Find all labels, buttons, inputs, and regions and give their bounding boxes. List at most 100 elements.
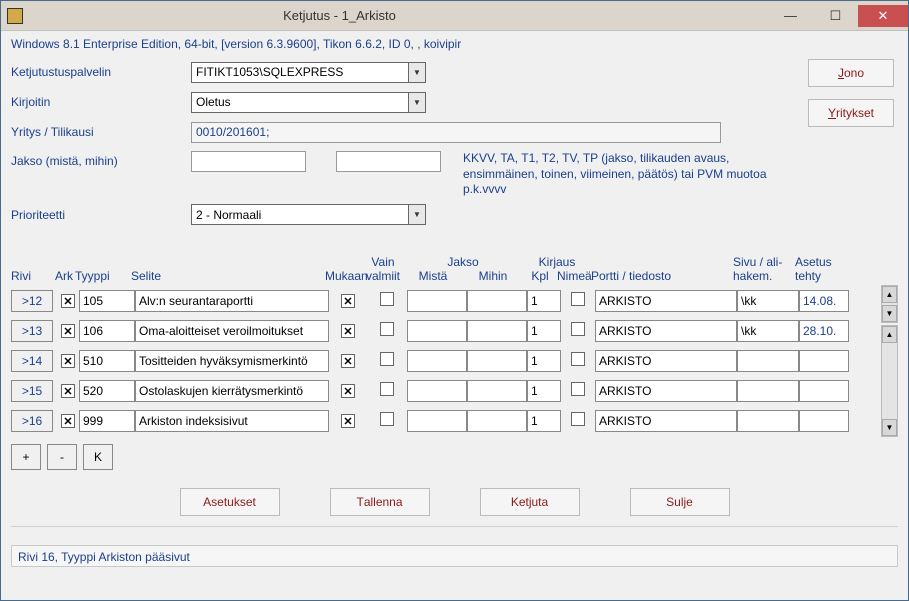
scroll-up-icon[interactable]: ▲: [882, 326, 897, 343]
mihin-input[interactable]: [467, 350, 527, 372]
header-mista: Mistä: [403, 269, 463, 286]
asetus-field: [799, 290, 849, 312]
mukaan-checkbox[interactable]: ✕: [341, 384, 355, 398]
yritys-field: 0010/201601;: [191, 122, 721, 143]
vain-checkbox[interactable]: [380, 382, 394, 396]
mista-input[interactable]: [407, 410, 467, 432]
grid: Rivi Ark Tyyppi Selite Mukaan Vain valmi…: [11, 248, 879, 470]
sivu-input[interactable]: [737, 380, 799, 402]
prioriteetti-combo[interactable]: ▼: [191, 204, 426, 225]
scrollbar-lower[interactable]: ▲ ▼: [881, 325, 898, 437]
grid-rows: >12 ✕ ✕ >13 ✕ ✕ >14 ✕ ✕ >15 ✕ ✕ >16 ✕ ✕: [11, 286, 879, 436]
kpl-input[interactable]: [527, 380, 561, 402]
selite-input[interactable]: [135, 380, 329, 402]
header-sivu: Sivu / ali- hakem.: [733, 256, 795, 285]
mista-input[interactable]: [407, 290, 467, 312]
portti-input[interactable]: [595, 290, 737, 312]
tyyppi-input[interactable]: [79, 290, 135, 312]
palvelin-combo[interactable]: ▼: [191, 62, 426, 83]
jono-button[interactable]: Jono: [808, 59, 894, 87]
nimea-checkbox[interactable]: [571, 412, 585, 426]
mihin-input[interactable]: [467, 410, 527, 432]
maximize-button[interactable]: ☐: [813, 5, 858, 27]
sivu-input[interactable]: [737, 290, 799, 312]
k-button[interactable]: K: [83, 444, 113, 470]
mukaan-checkbox[interactable]: ✕: [341, 414, 355, 428]
nimea-checkbox[interactable]: [571, 382, 585, 396]
tyyppi-input[interactable]: [79, 380, 135, 402]
scroll-down-icon[interactable]: ▼: [882, 305, 897, 322]
window-controls: — ☐ ✕: [768, 5, 908, 27]
tyyppi-input[interactable]: [79, 350, 135, 372]
ark-checkbox[interactable]: ✕: [61, 354, 75, 368]
ark-checkbox[interactable]: ✕: [61, 294, 75, 308]
vain-checkbox[interactable]: [380, 412, 394, 426]
rivi-button[interactable]: >12: [11, 290, 53, 312]
portti-input[interactable]: [595, 410, 737, 432]
mukaan-checkbox[interactable]: ✕: [341, 354, 355, 368]
nimea-checkbox[interactable]: [571, 352, 585, 366]
vain-checkbox[interactable]: [380, 352, 394, 366]
selite-input[interactable]: [135, 290, 329, 312]
kirjoitin-input[interactable]: [191, 92, 408, 113]
sivu-input[interactable]: [737, 350, 799, 372]
chevron-down-icon[interactable]: ▼: [408, 92, 426, 113]
nimea-checkbox[interactable]: [571, 322, 585, 336]
ark-checkbox[interactable]: ✕: [61, 324, 75, 338]
tyyppi-input[interactable]: [79, 410, 135, 432]
kirjoitin-combo[interactable]: ▼: [191, 92, 426, 113]
close-button[interactable]: ✕: [858, 5, 908, 27]
rivi-button[interactable]: >15: [11, 380, 53, 402]
header-kpl: Kpl: [523, 269, 557, 286]
sivu-input[interactable]: [737, 320, 799, 342]
rivi-button[interactable]: >13: [11, 320, 53, 342]
scroll-down-icon[interactable]: ▼: [882, 419, 897, 436]
header-vain: Vain valmiit: [363, 256, 403, 285]
nimea-checkbox[interactable]: [571, 292, 585, 306]
add-row-button[interactable]: +: [11, 444, 41, 470]
selite-input[interactable]: [135, 410, 329, 432]
scrollbar-upper[interactable]: ▲ ▼: [881, 285, 898, 323]
chevron-down-icon[interactable]: ▼: [408, 62, 426, 83]
kpl-input[interactable]: [527, 290, 561, 312]
selite-input[interactable]: [135, 320, 329, 342]
scroll-up-icon[interactable]: ▲: [882, 286, 897, 303]
yritykset-button[interactable]: Yritykset: [808, 99, 894, 127]
selite-input[interactable]: [135, 350, 329, 372]
rivi-button[interactable]: >14: [11, 350, 53, 372]
portti-input[interactable]: [595, 320, 737, 342]
label-kirjoitin: Kirjoitin: [11, 95, 191, 109]
sulje-button[interactable]: Sulje: [630, 488, 730, 516]
remove-row-button[interactable]: -: [47, 444, 77, 470]
palvelin-input[interactable]: [191, 62, 408, 83]
mihin-input[interactable]: [467, 380, 527, 402]
prioriteetti-input[interactable]: [191, 204, 408, 225]
scroll-track[interactable]: [882, 343, 897, 419]
kpl-input[interactable]: [527, 410, 561, 432]
kpl-input[interactable]: [527, 350, 561, 372]
ark-checkbox[interactable]: ✕: [61, 414, 75, 428]
tallenna-button[interactable]: Tallenna: [330, 488, 430, 516]
chevron-down-icon[interactable]: ▼: [408, 204, 426, 225]
kpl-input[interactable]: [527, 320, 561, 342]
vain-checkbox[interactable]: [380, 322, 394, 336]
ark-checkbox[interactable]: ✕: [61, 384, 75, 398]
vain-checkbox[interactable]: [380, 292, 394, 306]
mista-input[interactable]: [407, 350, 467, 372]
sivu-input[interactable]: [737, 410, 799, 432]
ketjuta-button[interactable]: Ketjuta: [480, 488, 580, 516]
mukaan-checkbox[interactable]: ✕: [341, 324, 355, 338]
mukaan-checkbox[interactable]: ✕: [341, 294, 355, 308]
jakso-to-input[interactable]: [336, 151, 441, 172]
asetukset-button[interactable]: Asetukset: [180, 488, 280, 516]
minimize-button[interactable]: —: [768, 5, 813, 27]
jakso-from-input[interactable]: [191, 151, 306, 172]
tyyppi-input[interactable]: [79, 320, 135, 342]
mihin-input[interactable]: [467, 320, 527, 342]
mista-input[interactable]: [407, 320, 467, 342]
mihin-input[interactable]: [467, 290, 527, 312]
rivi-button[interactable]: >16: [11, 410, 53, 432]
mista-input[interactable]: [407, 380, 467, 402]
portti-input[interactable]: [595, 350, 737, 372]
portti-input[interactable]: [595, 380, 737, 402]
